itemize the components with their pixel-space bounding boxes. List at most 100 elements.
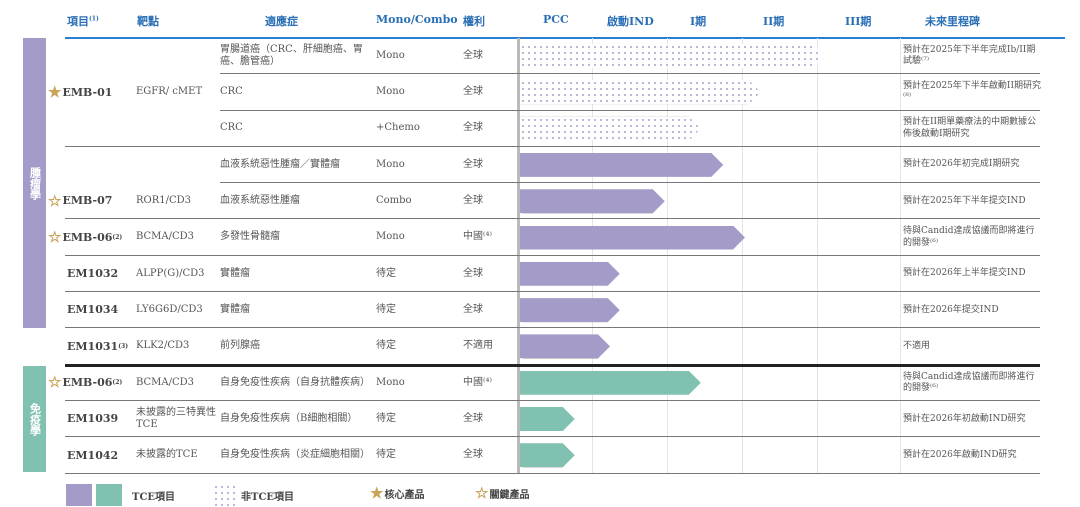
- header-indication: 適應症: [265, 15, 298, 28]
- project-name: [48, 38, 147, 74]
- outline-star-icon: ☆: [48, 228, 62, 247]
- mono-combo: 待定: [376, 340, 396, 352]
- legend-swatch-oncology: [66, 484, 92, 506]
- pipeline-row: 血液系統惡性腫瘤／實體瘤 Mono 全球 預計在2026年初完成I期研究: [0, 147, 1080, 184]
- legend-swatch-immunology: [96, 484, 122, 506]
- milestone: 待與Candid達成協議而即將進行的開發⁽⁶⁾: [903, 371, 1035, 393]
- pipeline-row: ★ EMB-01 EGFR/ cMET CRC Mono 全球 預計在2025年下半年啟動I…: [0, 74, 1080, 111]
- progress-bar: [520, 80, 761, 104]
- header-project: 項目(1): [67, 15, 99, 28]
- rights: 全球: [463, 267, 483, 279]
- progress-bar: [520, 407, 575, 431]
- indication: CRC: [220, 86, 243, 98]
- progress-bar: [520, 44, 825, 68]
- milestone: 不適用: [903, 340, 931, 351]
- progress-bar: [520, 443, 575, 467]
- milestone: 預計在2026年啟動IND研究: [903, 449, 1017, 460]
- header-phase1: I期: [690, 15, 707, 28]
- header-ind: 啟動IND: [607, 15, 654, 28]
- pipeline-row: EM1039 未披露的三特異性TCE 自身免疫性疾病（B細胞相關） 待定 全球 預計在20…: [0, 401, 1080, 438]
- project-name: [48, 111, 147, 147]
- pipeline-row: EM1034 LY6G6D/CD3 實體瘤 待定 全球 預計在2026年提交IND: [0, 292, 1080, 329]
- legend-tce: TCE項目: [66, 484, 175, 506]
- header-phase2: II期: [763, 15, 785, 28]
- pipeline-row: EM1042 未披露的TCE 自身免疫性疾病（炎症細胞相關） 待定 全球 預計在2026年…: [0, 437, 1080, 474]
- target: EGFR/ cMET: [136, 86, 203, 98]
- pipeline-row: ☆ EMB-07 ROR1/CD3 血液系統惡性腫瘤 Combo 全球 預計在2025年下半…: [0, 183, 1080, 220]
- milestone: 預計在II期單藥療法的中期數據公佈後啟動I期研究: [903, 117, 1037, 139]
- target: 未披露的三特異性TCE: [136, 406, 216, 431]
- indication: 胃腸道癌（CRC、肝細胞癌、胃癌、膽管癌）: [220, 43, 363, 68]
- indication: CRC: [220, 122, 243, 134]
- progress-bar: [520, 334, 610, 358]
- pipeline-row: CRC +Chemo 全球 預計在II期單藥療法的中期數據公佈後啟動I期研究: [0, 111, 1080, 147]
- pipeline-row: EM1031 (3) KLK2/CD3 前列腺癌 待定 不適用 不適用: [0, 328, 1080, 367]
- outline-star-icon: ☆: [48, 191, 62, 210]
- indication: 自身免疫性疾病（炎症細胞相關）: [220, 449, 370, 461]
- project-name: ☆ EMB-06 (2): [48, 228, 123, 247]
- milestone: 預計在2026年提交IND: [903, 304, 999, 315]
- header-milestone: 未來里程碑: [925, 15, 980, 28]
- legend-core: ★ 核心產品: [370, 484, 425, 502]
- rights: 全球: [463, 449, 483, 461]
- rights: 全球: [463, 195, 483, 207]
- filled-star-icon: ★: [48, 83, 62, 102]
- mono-combo: Mono: [376, 86, 405, 98]
- project-name: EM1039: [67, 412, 119, 426]
- indication: 實體瘤: [220, 303, 250, 315]
- outline-star-icon: ☆: [475, 484, 489, 502]
- indication: 前列腺癌: [220, 340, 260, 352]
- pipeline-row: EM1032 ALPP(G)/CD3 實體瘤 待定 全球 預計在2026年上半年提交IND: [0, 256, 1080, 293]
- progress-bar: [520, 153, 723, 177]
- milestone: 預計在2025年下半年啟動II期研究⁽⁸⁾: [903, 81, 1042, 103]
- project-name: EM1032: [67, 267, 119, 281]
- progress-bar: [520, 262, 620, 286]
- legend-non-tce: 非TCE項目: [213, 484, 294, 506]
- legend-swatch-hatch: [213, 484, 237, 506]
- progress-bar: [520, 298, 620, 322]
- mono-combo: Mono: [376, 231, 405, 243]
- milestone: 預計在2026年上半年提交IND: [903, 268, 1026, 279]
- mono-combo: Mono: [376, 376, 405, 388]
- mono-combo: 待定: [376, 449, 396, 461]
- indication: 實體瘤: [220, 267, 250, 279]
- mono-combo: Mono: [376, 158, 405, 170]
- milestone: 預計在2026年初完成I期研究: [903, 159, 1020, 170]
- mono-combo: Mono: [376, 49, 405, 61]
- milestone: 預計在2025年下半年完成Ib/II期試驗⁽⁷⁾: [903, 44, 1036, 67]
- filled-star-icon: ★: [370, 484, 384, 502]
- mono-combo: Combo: [376, 195, 412, 207]
- pipeline-row: 胃腸道癌（CRC、肝細胞癌、胃癌、膽管癌） Mono 全球 預計在2025年下半年完成…: [0, 38, 1080, 75]
- progress-bar: [520, 226, 745, 250]
- indication: 多發性骨髓瘤: [220, 231, 280, 243]
- project-name: [48, 147, 147, 183]
- project-name: EM1034: [67, 303, 119, 317]
- target: 未披露的TCE: [136, 449, 198, 461]
- rights: 全球: [463, 303, 483, 315]
- legend-key: ☆ 關鍵產品: [475, 484, 530, 502]
- target: ROR1/CD3: [136, 195, 192, 207]
- milestone: 預計在2026年初啟動IND研究: [903, 413, 1026, 424]
- project-name: EM1031 (3): [67, 339, 129, 353]
- rights: 不適用: [463, 340, 493, 352]
- rights: 全球: [463, 158, 483, 170]
- project-name: EM1042: [67, 448, 119, 462]
- progress-bar: [520, 117, 701, 141]
- indication: 自身免疫性疾病（自身抗體疾病）: [220, 376, 370, 388]
- rights: 全球: [463, 122, 483, 134]
- milestone: 待與Candid達成協議而即將進行的開發⁽⁶⁾: [903, 226, 1035, 248]
- header-pcc: PCC: [543, 13, 569, 26]
- target: BCMA/CD3: [136, 231, 195, 243]
- project-name: ☆ EMB-06 (2): [48, 373, 123, 392]
- header-rights: 權利: [463, 15, 485, 28]
- project-name: ★ EMB-01: [48, 83, 113, 102]
- rights: 中國⁽⁴⁾: [463, 231, 492, 243]
- mono-combo: 待定: [376, 267, 396, 279]
- rights: 全球: [463, 49, 483, 61]
- outline-star-icon: ☆: [48, 373, 62, 392]
- row-divider: [65, 472, 1040, 474]
- pipeline-row: ☆ EMB-06 (2) BCMA/CD3 多發性骨髓瘤 Mono 中國⁽⁴⁾ 待與Candi…: [0, 220, 1080, 256]
- header-target: 靶點: [137, 15, 159, 28]
- project-name: ☆ EMB-07: [48, 191, 113, 210]
- indication: 血液系統惡性腫瘤: [220, 195, 300, 207]
